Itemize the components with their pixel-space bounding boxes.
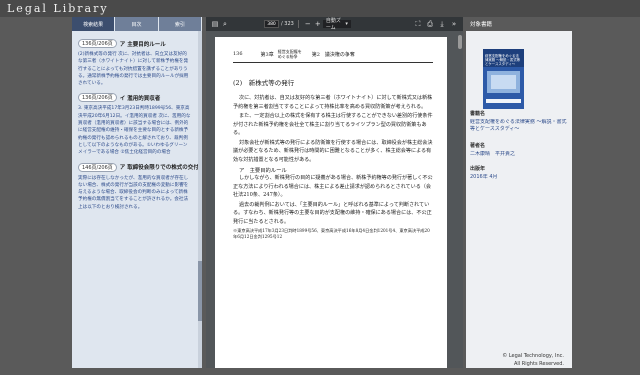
paragraph: また、一定割合以上の株式を保有する株主は行使することができない差別的行使条件が付…: [233, 113, 433, 136]
fullscreen-icon[interactable]: ⛶: [413, 20, 423, 29]
search-icon[interactable]: ⌕: [220, 20, 230, 29]
chapter-label: 第3章: [260, 51, 274, 58]
page-number-input[interactable]: 380: [264, 20, 279, 28]
toolbar-divider: [297, 20, 299, 28]
result-snippet[interactable]: 3. 東京高決平成17年3月23日判時1899号56、東京高決平成20年6月12…: [78, 105, 191, 156]
page-range-badge[interactable]: 136頁/206頁: [78, 39, 117, 48]
zoom-select[interactable]: 自動ズーム ▾: [322, 18, 351, 31]
chapter-title-line-2: めぐる紛争: [277, 54, 298, 59]
copyright: © Legal Technology, Inc. All Rights Rese…: [466, 352, 572, 368]
paragraph: 次に、対抗者は、自又は友好的な第三者（ホワイトナイト）に対して新株式又は新株予約…: [233, 95, 433, 110]
zoom-value: 自動ズーム: [325, 18, 341, 31]
published-date: 2016年 4月: [470, 174, 498, 180]
book-info-header: 対象書籍: [466, 17, 572, 31]
result-item-header: 136頁/206頁 ア 主要目的ルール: [78, 39, 191, 48]
zoom-in-icon[interactable]: +: [313, 20, 323, 28]
menu-icon[interactable]: »: [449, 20, 459, 29]
download-icon[interactable]: ⤓: [437, 20, 447, 29]
page-number: 136: [233, 51, 243, 57]
published-block: 出版年 2016年 4月: [470, 165, 568, 181]
left-tabs: 検索結果 目次 索引: [72, 17, 202, 31]
author-label: 著者名: [470, 143, 486, 149]
result-title: イ 濫用的買収者: [119, 95, 161, 102]
scrollbar-thumb[interactable]: [198, 261, 202, 321]
page-total: / 323: [281, 21, 294, 27]
chapter-title: 経営支配権を めぐる紛争: [278, 49, 302, 59]
app-header: Legal Library: [0, 0, 640, 17]
result-item-header: 136頁/206頁 イ 濫用的買収者: [78, 93, 191, 103]
book-title[interactable]: 経営支配権をめぐる法律実務 ～解説・書式等とケーススタディ～: [470, 119, 568, 133]
document-page: 136 第3章 経営支配権を めぐる紛争 第2 議決権の争奪 (2) 新株式等の…: [215, 37, 447, 368]
book-title-block: 書籍名 経営支配権をめぐる法律実務 ～解説・書式等とケーススタディ～: [470, 110, 568, 133]
cover-footer: [486, 99, 521, 103]
viewer-toolbar: ▤ ⌕ 380 / 323 − + 自動ズーム ▾ ⛶ ⎙ ⤓ »: [206, 17, 463, 31]
book-cover: 経営支配権をめぐる法律実務 ～解説・書式等とケーススタディ～: [483, 49, 524, 109]
scrollbar-thumb[interactable]: [458, 35, 462, 49]
subheading: ア 主要目的ルール: [239, 168, 287, 174]
result-title: ア 主要目的ルール: [119, 41, 166, 48]
page-range-badge[interactable]: 146頁/206頁: [78, 162, 117, 172]
viewer-actions: ⛶ ⎙ ⤓ »: [413, 20, 459, 29]
author-name[interactable]: 二木康晴 平井貴之: [470, 151, 568, 158]
tab-search-results[interactable]: 検索結果: [72, 17, 116, 31]
result-title: ア 取締役会限りでの株式の交付: [119, 165, 199, 172]
print-icon[interactable]: ⎙: [425, 20, 435, 29]
zoom-out-icon[interactable]: −: [303, 20, 313, 28]
paragraph: 過去の裁判例においては、「主要目的ルール」と呼ばれる基準によって判断されている。…: [233, 201, 432, 225]
footnote: ※東京高決平成17年3月23日判時1899号56、東京高決平成16年8月4日金判…: [233, 228, 430, 239]
page-navigation: 380 / 323: [264, 20, 294, 28]
right-panel: 対象書籍 経営支配権をめぐる法律実務 ～解説・書式等とケーススタディ～ 書籍名 …: [466, 17, 572, 368]
cover-art-inner: [491, 75, 516, 89]
left-scrollbar[interactable]: [198, 31, 202, 368]
viewer-scrollbar[interactable]: [458, 31, 462, 368]
section-heading: (2) 新株式等の発行: [233, 79, 295, 87]
page-range-badge[interactable]: 136頁/206頁: [78, 93, 117, 103]
result-snippet[interactable]: (2)新株式等の発行 次に、対抗者は、向立又は友好的な第三者（ホワイトナイト）に…: [78, 51, 191, 87]
tab-toc[interactable]: 目次: [115, 17, 159, 31]
sidebar-toggle-icon[interactable]: ▤: [210, 20, 220, 28]
pdf-viewer: ▤ ⌕ 380 / 323 − + 自動ズーム ▾ ⛶ ⎙ ⤓ » 136 第3…: [206, 17, 463, 368]
cover-title: 経営支配権をめぐる法律実務 ～解説・書式等とケーススタディ～: [485, 54, 520, 66]
chevron-down-icon: ▾: [345, 21, 348, 27]
result-item-header: 146頁/206頁 ア 取締役会限りでの株式の交付: [78, 162, 199, 172]
paragraph: しかしながら、新株発行の目的に疑義がある場合、新株予約権等の発行が著しく不公正な…: [233, 175, 433, 198]
left-panel: 検索結果 目次 索引 136頁/206頁 ア 主要目的ルール (2)新株式等の発…: [72, 17, 202, 368]
result-snippet[interactable]: 実際には存在しなかったが、濫用的な買収者が存在しない場合、株式の発行が当該の支配…: [78, 175, 191, 211]
copyright-line-1: © Legal Technology, Inc.: [502, 353, 564, 359]
tab-index[interactable]: 索引: [158, 17, 202, 31]
copyright-line-2: All Rights Reserved.: [513, 361, 564, 367]
book-title-label: 書籍名: [470, 111, 486, 117]
paragraph: 対象会社が新株式等の発行による防衛策を行使する場合には、取締役会が株主総会決議が…: [233, 139, 433, 163]
section-label: 第2 議決権の争奪: [311, 51, 355, 58]
published-label: 出版年: [470, 166, 486, 172]
app-logo[interactable]: Legal Library: [7, 2, 109, 15]
running-head: 136 第3章 経営支配権を めぐる紛争 第2 議決権の争奪: [233, 49, 433, 63]
search-results-list: 136頁/206頁 ア 主要目的ルール (2)新株式等の発行 次に、対抗者は、向…: [72, 31, 199, 211]
author-block: 著者名 二木康晴 平井貴之: [470, 142, 568, 158]
